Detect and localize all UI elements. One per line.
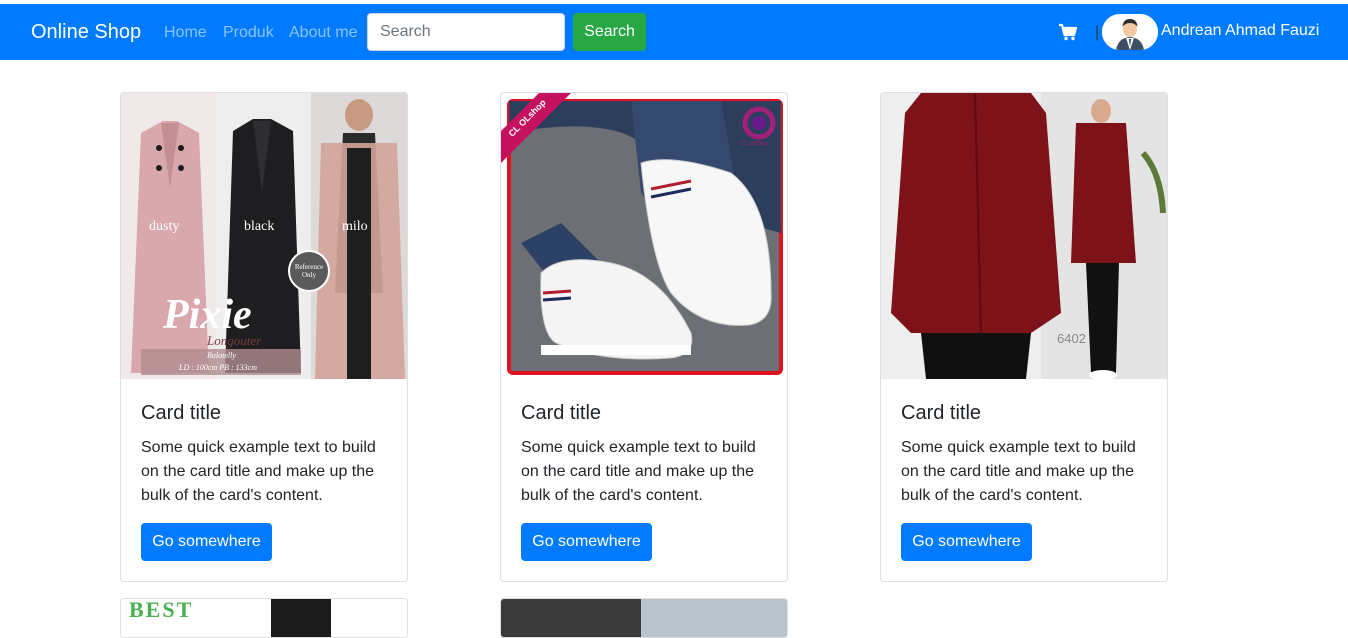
product-card: BEST [120, 598, 408, 638]
image-code: 6402 [1057, 331, 1086, 346]
nav-link-about[interactable]: About me [289, 23, 357, 43]
avatar[interactable] [1102, 14, 1158, 50]
go-somewhere-button[interactable]: Go somewhere [141, 523, 272, 561]
product-image [501, 93, 787, 379]
nav-link-home[interactable]: Home [164, 23, 207, 43]
product-image [881, 93, 1167, 379]
image-label-milo: milo [342, 219, 368, 234]
image-note-brand: Balotelly [207, 351, 236, 360]
product-card: 6402 Card title Some quick example text … [880, 92, 1168, 582]
nav-link-produk[interactable]: Produk [223, 23, 274, 43]
card-title: Card title [521, 402, 602, 424]
product-image [501, 599, 787, 637]
search-button[interactable]: Search [573, 13, 646, 51]
go-somewhere-button[interactable]: Go somewhere [901, 523, 1032, 561]
product-card: dusty black milo Reference Only Pixie Lo… [120, 92, 408, 582]
product-card: CL OLshop CL olshop Card title Some quic… [500, 92, 788, 582]
navbar-brand[interactable]: Online Shop [31, 20, 141, 44]
search-input[interactable] [367, 13, 565, 51]
partial-image-text: BEST [129, 598, 194, 622]
image-label-dusty: dusty [149, 219, 180, 234]
username[interactable]: Andrean Ahmad Fauzi [1161, 21, 1319, 41]
nav-divider: | [1095, 24, 1100, 41]
image-subtitle: Longouter [207, 333, 262, 348]
image-label-black: black [244, 219, 275, 234]
go-somewhere-button[interactable]: Go somewhere [521, 523, 652, 561]
logo-label: CL olshop [741, 141, 768, 147]
product-card [500, 598, 788, 638]
card-title: Card title [901, 402, 982, 424]
card-text: Some quick example text to build on the … [141, 439, 376, 504]
image-brand-pixie: Pixie [163, 292, 252, 338]
card-text: Some quick example text to build on the … [521, 439, 756, 504]
card-title: Card title [141, 402, 222, 424]
cart-icon[interactable] [1058, 22, 1078, 42]
image-badge: Reference Only [294, 263, 324, 279]
navbar: Online Shop Home Produk About me Search … [0, 4, 1348, 60]
card-text: Some quick example text to build on the … [901, 439, 1136, 504]
image-note-size: LD : 100cm PB : 133cm [179, 363, 257, 372]
